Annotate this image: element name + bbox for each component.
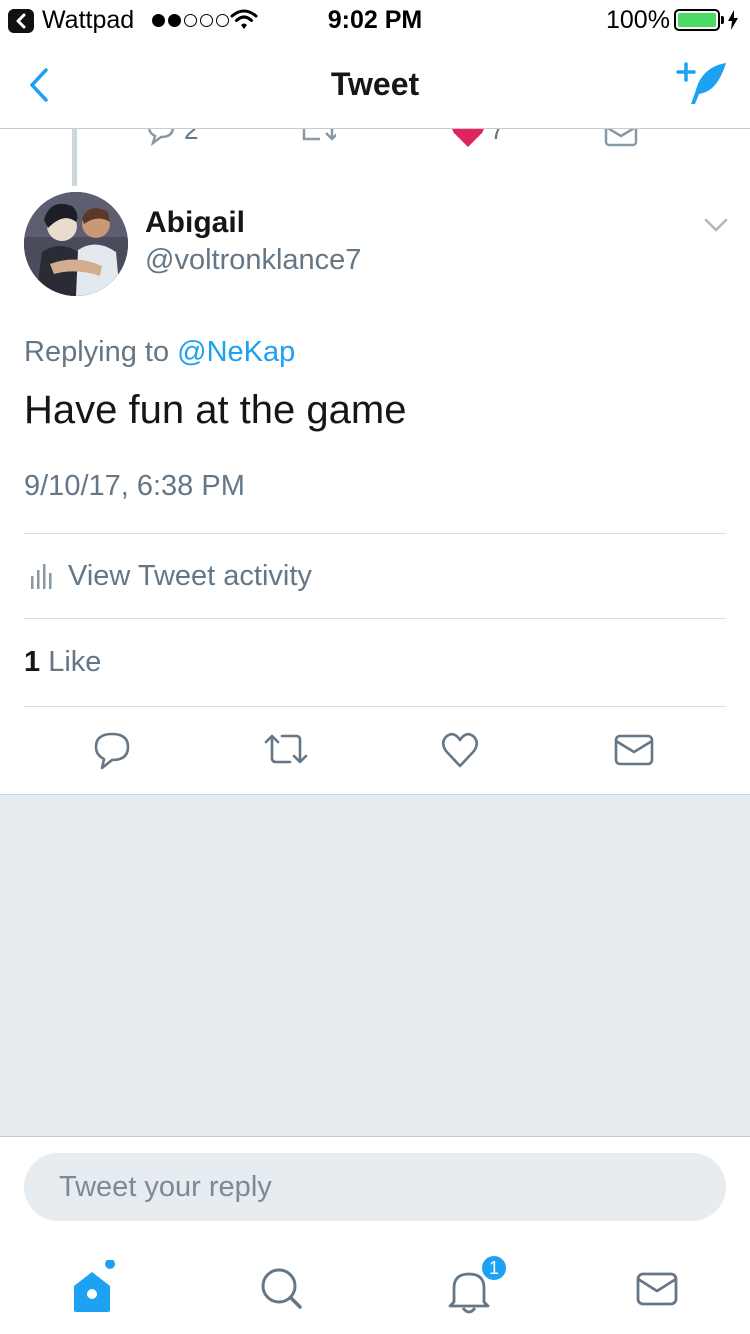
author-name[interactable]: Abigail	[145, 206, 245, 240]
likes-count-link[interactable]: 1 Like	[24, 646, 101, 679]
compose-tweet-icon[interactable]	[676, 60, 730, 110]
like-icon[interactable]	[440, 728, 480, 772]
reply-input[interactable]	[24, 1153, 726, 1221]
divider	[24, 618, 726, 619]
search-icon[interactable]	[252, 1260, 312, 1320]
replying-mention-link[interactable]: @NeKap	[177, 336, 295, 368]
battery-tip	[721, 16, 724, 24]
analytics-bars-icon	[31, 564, 52, 589]
tweet-actions	[0, 728, 750, 774]
like-count: 1	[24, 646, 41, 678]
like-label: Like	[48, 646, 102, 678]
direct-message-icon[interactable]	[604, 129, 638, 149]
activity-label: View Tweet activity	[68, 560, 312, 592]
retweet-icon[interactable]	[262, 728, 310, 772]
reply-icon[interactable]	[92, 728, 132, 772]
home-icon[interactable]	[64, 1260, 124, 1320]
tab-bar	[0, 1236, 750, 1334]
replying-to-line: Replying to @NeKap	[24, 336, 295, 369]
messages-icon[interactable]	[628, 1260, 688, 1320]
status-bar: Wattpad 9:02 PM 100%	[0, 0, 750, 40]
tweet-timestamp: 9/10/17, 6:38 PM	[24, 470, 245, 502]
battery-percent: 100%	[606, 6, 670, 34]
previous-tweet-actions: 2 7	[0, 129, 750, 153]
page-title: Tweet	[330, 66, 420, 102]
previous-like-count: 7	[490, 129, 505, 145]
tweet-text: Have fun at the game	[24, 388, 407, 432]
liked-heart-icon[interactable]	[450, 129, 486, 149]
divider	[24, 533, 726, 534]
thread-connector-line	[72, 129, 77, 186]
battery-icon	[674, 9, 720, 31]
author-handle[interactable]: @voltronklance7	[145, 244, 361, 277]
reply-icon[interactable]	[145, 129, 177, 149]
navigation-bar: Tweet	[0, 40, 750, 129]
reply-bar	[0, 1136, 750, 1236]
chevron-down-icon[interactable]	[700, 214, 732, 236]
retweet-icon[interactable]	[300, 129, 336, 149]
replying-prefix: Replying to	[24, 336, 170, 368]
charging-bolt-icon	[728, 10, 738, 30]
divider	[24, 706, 726, 707]
direct-message-icon[interactable]	[613, 728, 655, 772]
avatar[interactable]	[24, 192, 128, 296]
previous-reply-count: 2	[184, 129, 199, 145]
notification-badge: 1	[480, 1254, 508, 1282]
empty-replies-area	[0, 795, 750, 1136]
